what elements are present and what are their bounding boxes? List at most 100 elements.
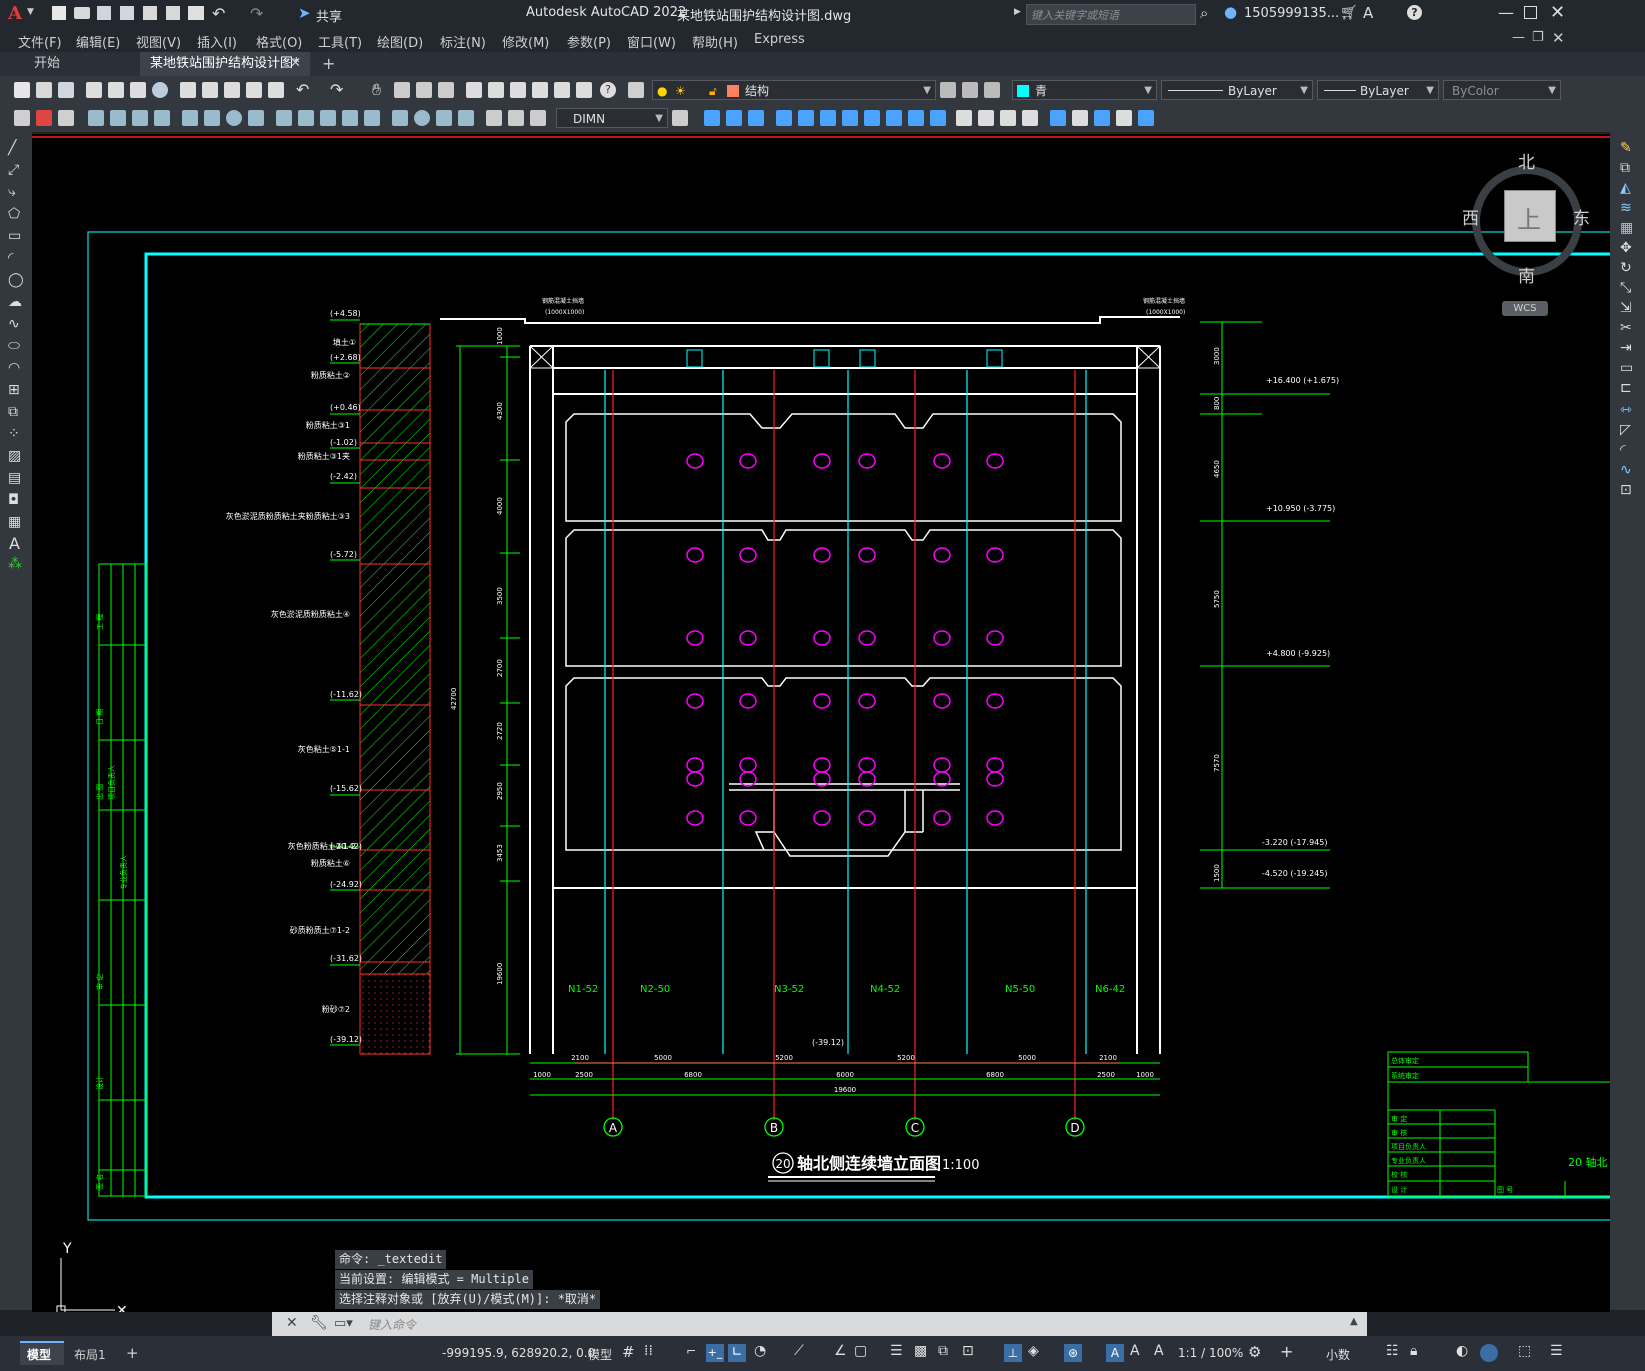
properties-icon[interactable] bbox=[466, 82, 482, 98]
open-icon[interactable] bbox=[74, 7, 90, 19]
dimstyle-combo[interactable]: DIMN ▼ bbox=[556, 108, 668, 128]
lineweight-combo[interactable]: ByLayer ▼ bbox=[1317, 80, 1439, 100]
modify-2-icon[interactable] bbox=[726, 110, 742, 126]
close-icon[interactable]: ✕ bbox=[1550, 2, 1565, 23]
qopen-icon[interactable] bbox=[36, 82, 52, 98]
modify-12-icon[interactable] bbox=[956, 110, 972, 126]
mirror-icon[interactable]: ◭ bbox=[1620, 180, 1631, 196]
undo-icon[interactable]: ↶ bbox=[212, 4, 225, 23]
annotation-visibility-icon[interactable]: A bbox=[1106, 1344, 1124, 1362]
dim-tool-1-icon[interactable] bbox=[14, 110, 30, 126]
color-combo[interactable]: 青 ▼ bbox=[1012, 80, 1157, 100]
tb-undo-icon[interactable]: ↶ bbox=[296, 80, 309, 99]
modify-15-icon[interactable] bbox=[1022, 110, 1038, 126]
wcs-button[interactable]: WCS bbox=[1502, 301, 1548, 316]
move-icon[interactable]: ✥ bbox=[1620, 240, 1632, 256]
menu-help[interactable]: 帮助(H) bbox=[692, 32, 738, 51]
break-point-icon[interactable]: ▭ bbox=[1620, 360, 1633, 376]
command-input[interactable]: 键入命令 bbox=[368, 1316, 416, 1333]
table-icon[interactable]: ▦ bbox=[8, 514, 21, 530]
menu-edit[interactable]: 编辑(E) bbox=[76, 32, 120, 51]
tab-close-icon[interactable]: ✕ bbox=[290, 52, 301, 76]
dim-continue-icon[interactable] bbox=[320, 110, 336, 126]
command-bar[interactable]: ✕ 🔧︎ ▭▾ 键入命令 ▲ bbox=[272, 1312, 1367, 1336]
menu-file[interactable]: 文件(F) bbox=[18, 32, 62, 51]
mtext-icon[interactable]: A bbox=[9, 534, 20, 553]
snap-icon[interactable]: ⁞⁞ bbox=[644, 1343, 653, 1359]
model-space-toggle[interactable]: 模型 bbox=[588, 1346, 612, 1363]
share-button[interactable]: 共享 bbox=[316, 6, 342, 25]
modify-7-icon[interactable] bbox=[842, 110, 858, 126]
zoom-realtime-icon[interactable] bbox=[394, 82, 410, 98]
fillet-icon[interactable]: ◜ bbox=[1620, 442, 1625, 458]
tb-help-icon[interactable]: ? bbox=[600, 82, 616, 98]
command-customize-icon[interactable]: 🔧︎ bbox=[310, 1315, 328, 1331]
dim-space-icon[interactable] bbox=[342, 110, 358, 126]
modify-6-icon[interactable] bbox=[820, 110, 836, 126]
designcenter-icon[interactable] bbox=[488, 82, 504, 98]
extend-icon[interactable]: ⇥ bbox=[1620, 340, 1632, 356]
doc-close-icon[interactable]: ✕ bbox=[1552, 29, 1565, 47]
offset-icon[interactable]: ≋ bbox=[1620, 200, 1632, 216]
layer-combo[interactable]: ● ☀ 🔓︎ 结构 ▼ bbox=[652, 80, 936, 100]
annotation-monitor-icon[interactable]: + bbox=[1280, 1342, 1293, 1361]
dynamic-input-icon[interactable]: +_ bbox=[706, 1344, 724, 1362]
annotation-scale[interactable]: 1:1 / 100% bbox=[1178, 1346, 1243, 1360]
dim-linear-icon[interactable] bbox=[88, 110, 104, 126]
modify-20-icon[interactable] bbox=[1138, 110, 1154, 126]
matchprop-icon[interactable] bbox=[246, 82, 262, 98]
ortho-icon[interactable]: ∟ bbox=[728, 1344, 746, 1362]
modify-17-icon[interactable] bbox=[1072, 110, 1088, 126]
cut-icon[interactable] bbox=[180, 82, 196, 98]
saveas-icon[interactable] bbox=[120, 6, 134, 20]
toolpalette-icon[interactable] bbox=[510, 82, 526, 98]
line-icon[interactable]: ╱ bbox=[8, 140, 16, 156]
modify-18-icon[interactable] bbox=[1094, 110, 1110, 126]
tab-layout1[interactable]: 布局1 bbox=[74, 1346, 106, 1363]
calc-icon[interactable] bbox=[576, 82, 592, 98]
dim-baseline-icon[interactable] bbox=[298, 110, 314, 126]
gradient-icon[interactable]: ▤ bbox=[8, 470, 21, 486]
tab-start[interactable]: 开始 bbox=[20, 52, 136, 76]
modify-11-icon[interactable] bbox=[930, 110, 946, 126]
revcloud-icon[interactable]: ☁ bbox=[8, 294, 22, 310]
publish-icon[interactable] bbox=[166, 6, 180, 20]
viewcube[interactable]: 上 北 南 西 东 bbox=[1462, 148, 1590, 287]
menu-draw[interactable]: 绘图(D) bbox=[377, 32, 423, 51]
maximize-icon[interactable] bbox=[1524, 6, 1537, 19]
units-selector[interactable]: 小数 bbox=[1326, 1346, 1350, 1363]
copy-icon[interactable] bbox=[202, 82, 218, 98]
modify-13-icon[interactable] bbox=[978, 110, 994, 126]
array-icon[interactable]: ▦ bbox=[1620, 220, 1633, 236]
dim-arc-icon[interactable] bbox=[132, 110, 148, 126]
polygon-icon[interactable]: ⬠ bbox=[8, 206, 20, 222]
plotstyle-combo[interactable]: ByColor ▼ bbox=[1443, 80, 1561, 100]
dim-angular-icon[interactable] bbox=[248, 110, 264, 126]
inspect-icon[interactable] bbox=[436, 110, 452, 126]
dim-jogged-icon[interactable] bbox=[204, 110, 220, 126]
plot-icon[interactable] bbox=[143, 6, 157, 20]
command-recent-icon[interactable]: ▭▾ bbox=[334, 1316, 353, 1331]
dim-text-edit-icon[interactable] bbox=[508, 110, 524, 126]
save-icon[interactable] bbox=[97, 6, 111, 20]
autoscale-icon[interactable]: A bbox=[1130, 1343, 1140, 1359]
modify-16-icon[interactable] bbox=[1050, 110, 1066, 126]
layer-prev-icon[interactable] bbox=[940, 82, 956, 98]
tab-model[interactable]: 模型 bbox=[20, 1341, 64, 1365]
explode-icon[interactable]: ⊡ bbox=[1620, 482, 1632, 498]
circle-icon[interactable]: ◯ bbox=[8, 272, 24, 288]
sheetset-icon[interactable] bbox=[532, 82, 548, 98]
polar-icon[interactable]: ◔ bbox=[754, 1343, 766, 1359]
coordinates[interactable]: -999195.9, 628920.2, 0.0 bbox=[442, 1346, 595, 1360]
trim-icon[interactable]: ✂ bbox=[1620, 320, 1632, 336]
dim-edit-icon[interactable] bbox=[486, 110, 502, 126]
publish-tb-icon[interactable] bbox=[130, 82, 146, 98]
modify-10-icon[interactable] bbox=[908, 110, 924, 126]
help-icon[interactable]: ? bbox=[1407, 5, 1422, 20]
paste-icon[interactable] bbox=[224, 82, 240, 98]
cart-icon[interactable]: 🛒︎ bbox=[1340, 5, 1358, 21]
hatch-icon[interactable]: ▨ bbox=[8, 448, 21, 464]
rotate-icon[interactable]: ↻ bbox=[1620, 260, 1632, 276]
compass-east[interactable]: 东 bbox=[1573, 204, 1590, 229]
modify-3-icon[interactable] bbox=[748, 110, 764, 126]
